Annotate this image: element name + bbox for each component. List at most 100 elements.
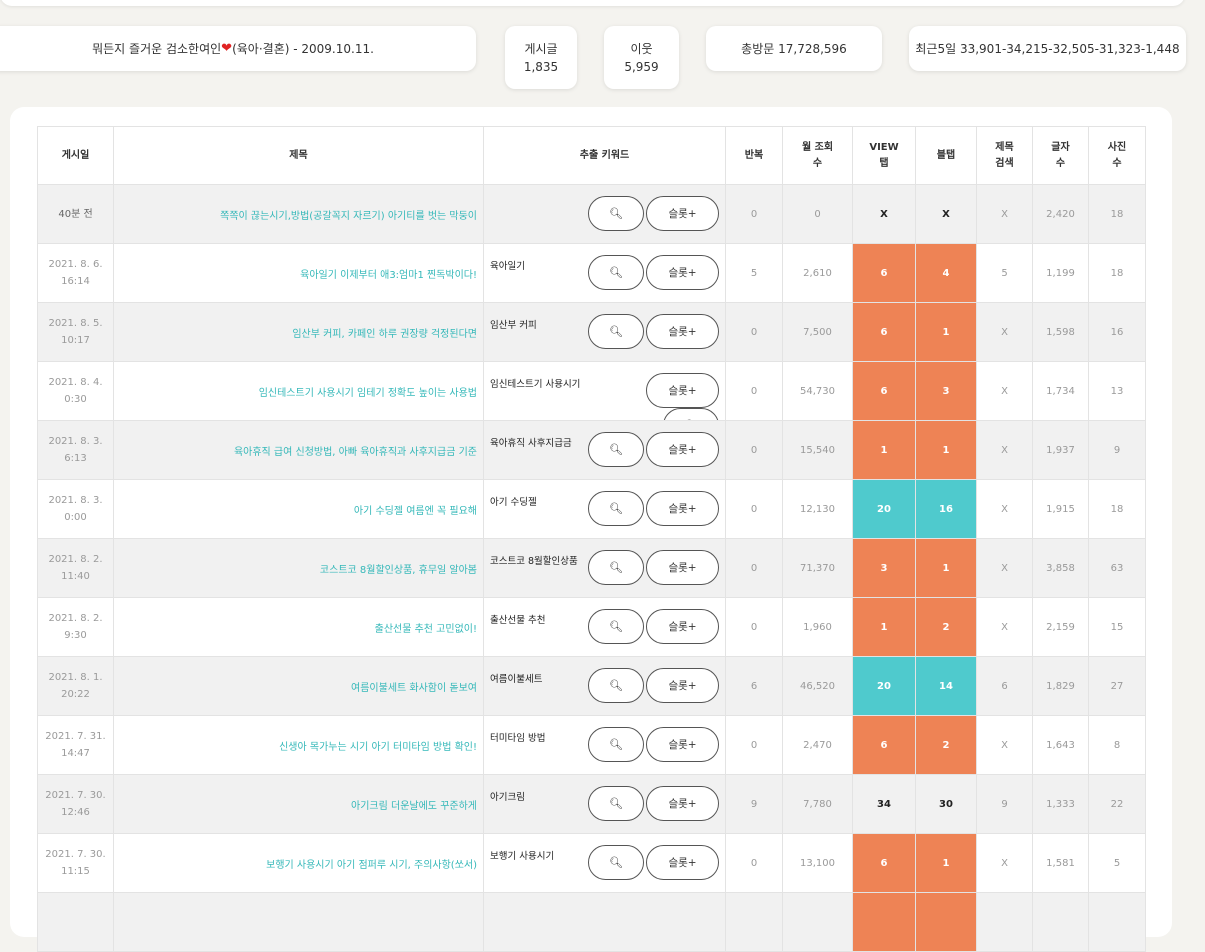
keyword-search-button[interactable]: 🔍︎ [588, 550, 644, 585]
slot-add-button[interactable]: 슬롯+ [646, 255, 719, 290]
post-title-link[interactable]: 육아휴직 급여 신청방법, 아빠 육아휴직과 사후지급금 기준 [113, 420, 484, 480]
keyword-search-button[interactable]: 🔍︎ [588, 609, 644, 644]
char-count: 1,333 [1032, 774, 1089, 834]
keyword-search-button[interactable]: 🔍︎ [588, 727, 644, 762]
keyword-cell: 🔍︎ 슬롯+ [483, 184, 726, 244]
table-row: 2021. 8. 3. 6:13 육아휴직 급여 신청방법, 아빠 육아휴직과 사… [37, 420, 1146, 480]
slot-add-button[interactable]: 슬롯+ [646, 668, 719, 703]
monthly-views: 15,540 [782, 420, 853, 480]
top-card-edge [0, 0, 1185, 6]
monthly-views: 1,960 [782, 597, 853, 657]
view-tab-rank: 34 [852, 774, 916, 834]
repeat-count: 5 [725, 243, 783, 303]
title-search-rank: 6 [976, 656, 1033, 716]
keyword-search-button[interactable]: 🔍︎ [588, 786, 644, 821]
blog-tab-rank: 4 [915, 243, 977, 303]
header-repeat: 반복 [725, 126, 783, 185]
title-search-rank: X [976, 538, 1033, 598]
char-count: 1,734 [1032, 361, 1089, 421]
photo-count: 22 [1088, 774, 1146, 834]
extracted-keyword: 보행기 사용시기 [490, 851, 555, 862]
slot-add-button[interactable]: 슬롯+ [646, 786, 719, 821]
post-title-link[interactable]: 코스트코 8월할인상품, 휴무일 알아봄 [113, 538, 484, 598]
slot-add-button[interactable]: 슬롯+ [646, 727, 719, 762]
monthly-views [782, 892, 853, 952]
keyword-search-button[interactable]: 🔍︎ [588, 196, 644, 231]
repeat-count: 0 [725, 361, 783, 421]
slot-add-button[interactable]: 슬롯+ [646, 314, 719, 349]
post-date: 2021. 8. 6. 16:14 [37, 243, 114, 303]
view-tab-rank: 6 [852, 361, 916, 421]
post-title-link[interactable]: 신생아 목가누는 시기 아기 터미타임 방법 확인! [113, 715, 484, 775]
recent-visits: 최근5일 33,901-34,215-32,505-31,323-1,448 [915, 41, 1180, 56]
slot-add-button[interactable]: 슬롯+ [646, 373, 719, 408]
post-title-link[interactable]: 출산선물 추천 고민없이! [113, 597, 484, 657]
char-count: 1,643 [1032, 715, 1089, 775]
slot-add-button[interactable]: 슬롯+ [646, 845, 719, 880]
blog-tab-rank: 14 [915, 656, 977, 716]
magnifier-icon: 🔍︎ [609, 679, 623, 692]
post-title-link[interactable]: 아기크림 더운날에도 꾸준하게 [113, 774, 484, 834]
repeat-count: 0 [725, 833, 783, 893]
post-date: 40분 전 [37, 184, 114, 244]
monthly-views: 7,780 [782, 774, 853, 834]
keyword-cell: 육아일기 🔍︎ 슬롯+ [483, 243, 726, 303]
keyword-search-button[interactable]: 🔍︎ [588, 491, 644, 526]
magnifier-icon: 🔍︎ [609, 856, 623, 869]
header-monthly-views: 월 조회 수 [782, 126, 853, 185]
keyword-cell: 아기크림 🔍︎ 슬롯+ [483, 774, 726, 834]
post-title-link[interactable]: 여름이불세트 화사함이 돋보여 [113, 656, 484, 716]
slot-add-button[interactable]: 슬롯+ [646, 550, 719, 585]
char-count: 3,858 [1032, 538, 1089, 598]
keyword-search-button[interactable]: 🔍︎ [588, 255, 644, 290]
slot-add-button[interactable]: 슬롯+ [646, 196, 719, 231]
post-title-link[interactable] [113, 892, 484, 952]
extracted-keyword: 아기크림 [490, 792, 525, 803]
table-row: 2021. 7. 30. 11:15 보행기 사용시기 아기 점퍼루 시기, 주의… [37, 833, 1146, 893]
neighbors-value: 5,959 [624, 59, 659, 74]
repeat-count: 0 [725, 479, 783, 539]
keyword-search-button[interactable]: 🔍︎ [588, 314, 644, 349]
keyword-search-button[interactable]: 🔍︎ [588, 845, 644, 880]
neighbors-label: 이웃 [630, 41, 653, 56]
magnifier-icon: 🔍︎ [609, 561, 623, 574]
post-title-link[interactable]: 임신테스트기 사용시기 임테기 정확도 높이는 사용법 [113, 361, 484, 421]
header-blog-tab: 블탭 [915, 126, 977, 185]
view-tab-rank: 1 [852, 597, 916, 657]
keyword-search-button[interactable]: 🔍︎ [663, 408, 719, 420]
post-title-link[interactable]: 쪽쪽이 끊는시기,방법(공갈꼭지 자르기) 아기티를 벗는 막둥이 [113, 184, 484, 244]
keyword-search-button[interactable]: 🔍︎ [588, 432, 644, 467]
view-tab-rank: 20 [852, 656, 916, 716]
char-count: 1,937 [1032, 420, 1089, 480]
title-search-rank [976, 892, 1033, 952]
table-row: 2021. 8. 2. 11:40 코스트코 8월할인상품, 휴무일 알아봄 코스… [37, 538, 1146, 598]
title-search-rank: X [976, 715, 1033, 775]
slot-add-button[interactable]: 슬롯+ [646, 609, 719, 644]
post-title-link[interactable]: 아기 수딩젤 여름엔 꼭 필요해 [113, 479, 484, 539]
magnifier-icon: 🔍︎ [609, 325, 623, 338]
extracted-keyword: 여름이불세트 [490, 674, 543, 685]
magnifier-icon: 🔍︎ [609, 797, 623, 810]
post-title-link[interactable]: 임산부 커피, 카페인 하루 권장량 걱정된다면 [113, 302, 484, 362]
slot-add-button[interactable]: 슬롯+ [646, 432, 719, 467]
view-tab-rank: 6 [852, 302, 916, 362]
char-count [1032, 892, 1089, 952]
post-date: 2021. 8. 2. 9:30 [37, 597, 114, 657]
post-date: 2021. 7. 30. 11:15 [37, 833, 114, 893]
keyword-search-button[interactable]: 🔍︎ [588, 668, 644, 703]
slot-add-button[interactable]: 슬롯+ [646, 491, 719, 526]
extracted-keyword: 임산부 커피 [490, 320, 537, 331]
blog-tab-rank: 2 [915, 715, 977, 775]
char-count: 2,159 [1032, 597, 1089, 657]
char-count: 1,581 [1032, 833, 1089, 893]
photo-count: 27 [1088, 656, 1146, 716]
repeat-count: 0 [725, 302, 783, 362]
header-char-count: 글자 수 [1032, 126, 1089, 185]
blog-tab-rank [915, 892, 977, 952]
title-search-rank: X [976, 361, 1033, 421]
post-title-link[interactable]: 육아일기 이제부터 애3:엄마1 찐독박이다! [113, 243, 484, 303]
post-title-link[interactable]: 보행기 사용시기 아기 점퍼루 시기, 주의사항(쏘서) [113, 833, 484, 893]
magnifier-icon: 🔍︎ [609, 266, 623, 279]
table-row: 2021. 8. 1. 20:22 여름이불세트 화사함이 돋보여 여름이불세트 🔍… [37, 656, 1146, 716]
title-search-rank: 5 [976, 243, 1033, 303]
